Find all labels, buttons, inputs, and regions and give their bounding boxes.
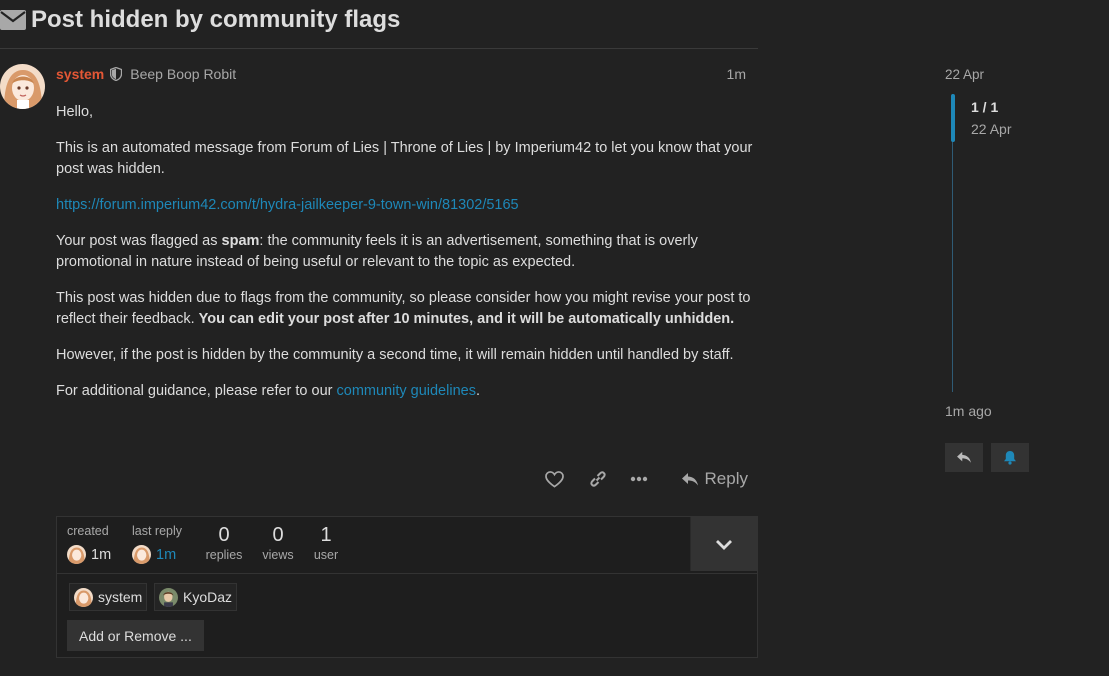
user-title: Beep Boop Robit <box>130 66 237 82</box>
flag-reason-paragraph: Your post was flagged as spam: the commu… <box>56 231 756 273</box>
replies-label: replies <box>205 548 243 562</box>
bell-icon <box>1004 451 1016 465</box>
users-count: 1 <box>320 524 332 546</box>
reply-icon <box>957 451 971 463</box>
last-reply-stat[interactable]: 1m <box>132 545 176 564</box>
second-time-paragraph: However, if the post is hidden by the co… <box>56 345 756 366</box>
shield-icon <box>110 67 123 81</box>
avatar <box>67 545 86 564</box>
more-actions-button[interactable] <box>630 466 648 492</box>
edit-notice: You can edit your post after 10 minutes,… <box>198 311 735 327</box>
hidden-explanation-paragraph: This post was hidden due to flags from t… <box>56 288 756 330</box>
flag-type: spam <box>221 233 260 249</box>
views-label: views <box>262 548 294 562</box>
post-body: Hello, This is an automated message from… <box>56 102 756 417</box>
add-remove-participants-button[interactable]: Add or Remove ... <box>67 620 204 651</box>
notifications-button[interactable] <box>991 443 1029 472</box>
timeline-position: 1 / 1 <box>971 99 999 115</box>
chevron-down-icon <box>716 539 732 550</box>
created-stat[interactable]: 1m <box>67 545 111 564</box>
timeline-position-date: 22 Apr <box>971 121 1012 137</box>
topic-title[interactable]: Post hidden by community flags <box>31 6 400 34</box>
created-label: created <box>67 524 109 538</box>
intro-text: This is an automated message from Forum … <box>56 140 753 177</box>
post-date[interactable]: 1m <box>727 66 746 82</box>
timeline-handle[interactable] <box>951 94 955 142</box>
views-count: 0 <box>272 524 284 546</box>
guidance-paragraph: For additional guidance, please refer to… <box>56 381 756 402</box>
ellipsis-icon <box>630 476 648 482</box>
topic-map-stats: created 1m last reply 1m 0 replies 0 vie… <box>57 517 689 573</box>
guidelines-link[interactable]: community guidelines <box>337 383 476 399</box>
post-meta: system Beep Boop Robit 1m <box>56 65 746 83</box>
timeline-reply-button[interactable] <box>945 443 983 472</box>
participant-chip[interactable]: system <box>69 583 148 611</box>
link-icon <box>590 471 606 487</box>
participant-name: KyoDaz <box>183 589 233 605</box>
guidance-period: . <box>475 383 480 399</box>
like-button[interactable] <box>545 466 564 492</box>
post-link[interactable]: https://forum.imperium42.com/t/hydra-jai… <box>56 197 519 213</box>
link-paragraph: https://forum.imperium42.com/t/hydra-jai… <box>56 195 756 216</box>
reply-button[interactable]: Reply <box>681 466 748 492</box>
replies-count: 0 <box>218 524 230 546</box>
flag-reason-text: Your post was flagged as <box>56 233 222 249</box>
post-username[interactable]: system <box>56 66 104 82</box>
last-reply-value: 1m <box>156 546 177 563</box>
second-time-text: However, if the post is hidden by the co… <box>56 347 734 363</box>
topic-map-divider <box>57 573 757 574</box>
post-actions: Reply <box>540 466 748 492</box>
greeting-text: Hello, <box>56 104 94 120</box>
created-value: 1m <box>91 546 112 563</box>
avatar[interactable] <box>0 64 45 109</box>
avatar <box>74 587 93 607</box>
avatar <box>132 545 151 564</box>
last-reply-label: last reply <box>132 524 183 538</box>
participant-name: system <box>98 589 143 605</box>
reply-label: Reply <box>704 469 748 488</box>
topic-timeline: 22 Apr 1 / 1 22 Apr 1m ago <box>944 66 1094 486</box>
users-label: user <box>313 548 339 562</box>
copy-link-button[interactable] <box>589 466 607 492</box>
add-remove-label: Add or Remove ... <box>79 627 192 644</box>
reply-icon <box>681 472 698 485</box>
topic-header: Post hidden by community flags <box>0 4 400 36</box>
participant-chip[interactable]: KyoDaz <box>154 583 238 611</box>
expand-topic-map-button[interactable] <box>690 517 757 571</box>
heart-icon <box>545 470 564 488</box>
greeting-paragraph: Hello, <box>56 102 756 123</box>
envelope-icon <box>0 10 26 30</box>
timeline-end-date[interactable]: 1m ago <box>945 403 992 419</box>
guidance-text: For additional guidance, please refer to… <box>56 383 337 399</box>
intro-paragraph: This is an automated message from Forum … <box>56 138 756 180</box>
avatar <box>159 587 178 607</box>
title-divider <box>0 48 758 49</box>
timeline-start-date[interactable]: 22 Apr <box>945 67 984 82</box>
topic-map: created 1m last reply 1m 0 replies 0 vie… <box>56 516 758 658</box>
